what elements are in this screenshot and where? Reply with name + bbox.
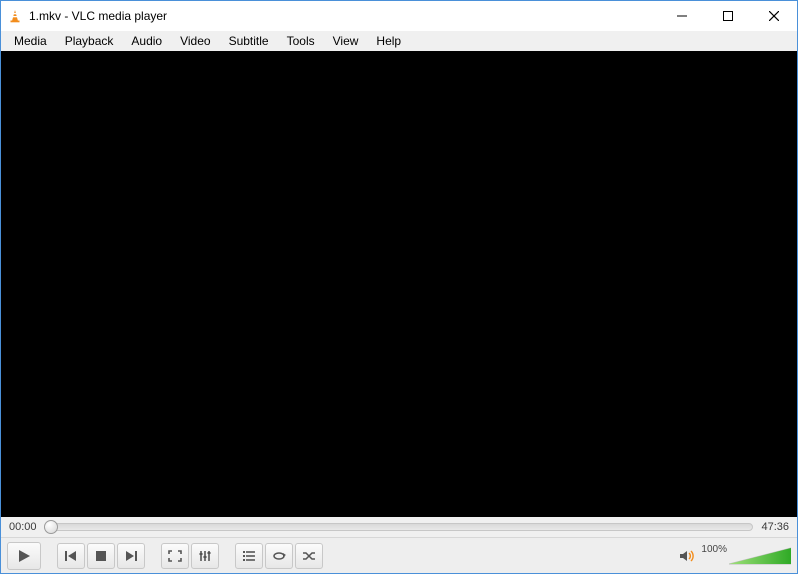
play-icon (17, 549, 31, 563)
window-controls (659, 1, 797, 31)
menu-video[interactable]: Video (171, 32, 219, 50)
equalizer-icon (198, 550, 212, 562)
playlist-group (235, 543, 323, 569)
volume-slider[interactable] (729, 546, 791, 566)
menu-playback[interactable]: Playback (56, 32, 123, 50)
fullscreen-icon (168, 550, 182, 562)
play-button[interactable] (7, 542, 41, 570)
speaker-icon[interactable] (679, 549, 695, 563)
volume-area: 100% (679, 544, 791, 567)
loop-icon (272, 550, 286, 562)
volume-percent-label: 100% (701, 544, 727, 555)
menu-audio[interactable]: Audio (122, 32, 171, 50)
playlist-icon (242, 550, 256, 562)
stop-button[interactable] (87, 543, 115, 569)
menu-media[interactable]: Media (5, 32, 56, 50)
control-bar: 100% (1, 537, 797, 573)
app-window: 1.mkv - VLC media player Media Playback … (0, 0, 798, 574)
menu-help[interactable]: Help (367, 32, 410, 50)
elapsed-time[interactable]: 00:00 (9, 521, 37, 533)
next-button[interactable] (117, 543, 145, 569)
shuffle-button[interactable] (295, 543, 323, 569)
shuffle-icon (302, 550, 316, 562)
skip-previous-icon (64, 550, 78, 562)
minimize-button[interactable] (659, 1, 705, 31)
total-time[interactable]: 47:36 (761, 521, 789, 533)
playlist-button[interactable] (235, 543, 263, 569)
view-group (161, 543, 219, 569)
extended-settings-button[interactable] (191, 543, 219, 569)
menu-view[interactable]: View (324, 32, 368, 50)
menubar: Media Playback Audio Video Subtitle Tool… (1, 31, 797, 51)
seek-row: 00:00 47:36 (1, 517, 797, 537)
transport-group (57, 543, 145, 569)
menu-tools[interactable]: Tools (278, 32, 324, 50)
previous-button[interactable] (57, 543, 85, 569)
skip-next-icon (124, 550, 138, 562)
maximize-button[interactable] (705, 1, 751, 31)
seek-slider[interactable] (45, 523, 754, 531)
close-button[interactable] (751, 1, 797, 31)
titlebar: 1.mkv - VLC media player (1, 1, 797, 31)
video-canvas[interactable] (1, 51, 797, 517)
loop-button[interactable] (265, 543, 293, 569)
fullscreen-button[interactable] (161, 543, 189, 569)
stop-icon (95, 550, 107, 562)
window-title: 1.mkv - VLC media player (29, 9, 659, 23)
menu-subtitle[interactable]: Subtitle (220, 32, 278, 50)
seek-thumb[interactable] (44, 520, 58, 534)
vlc-cone-icon (7, 8, 23, 24)
